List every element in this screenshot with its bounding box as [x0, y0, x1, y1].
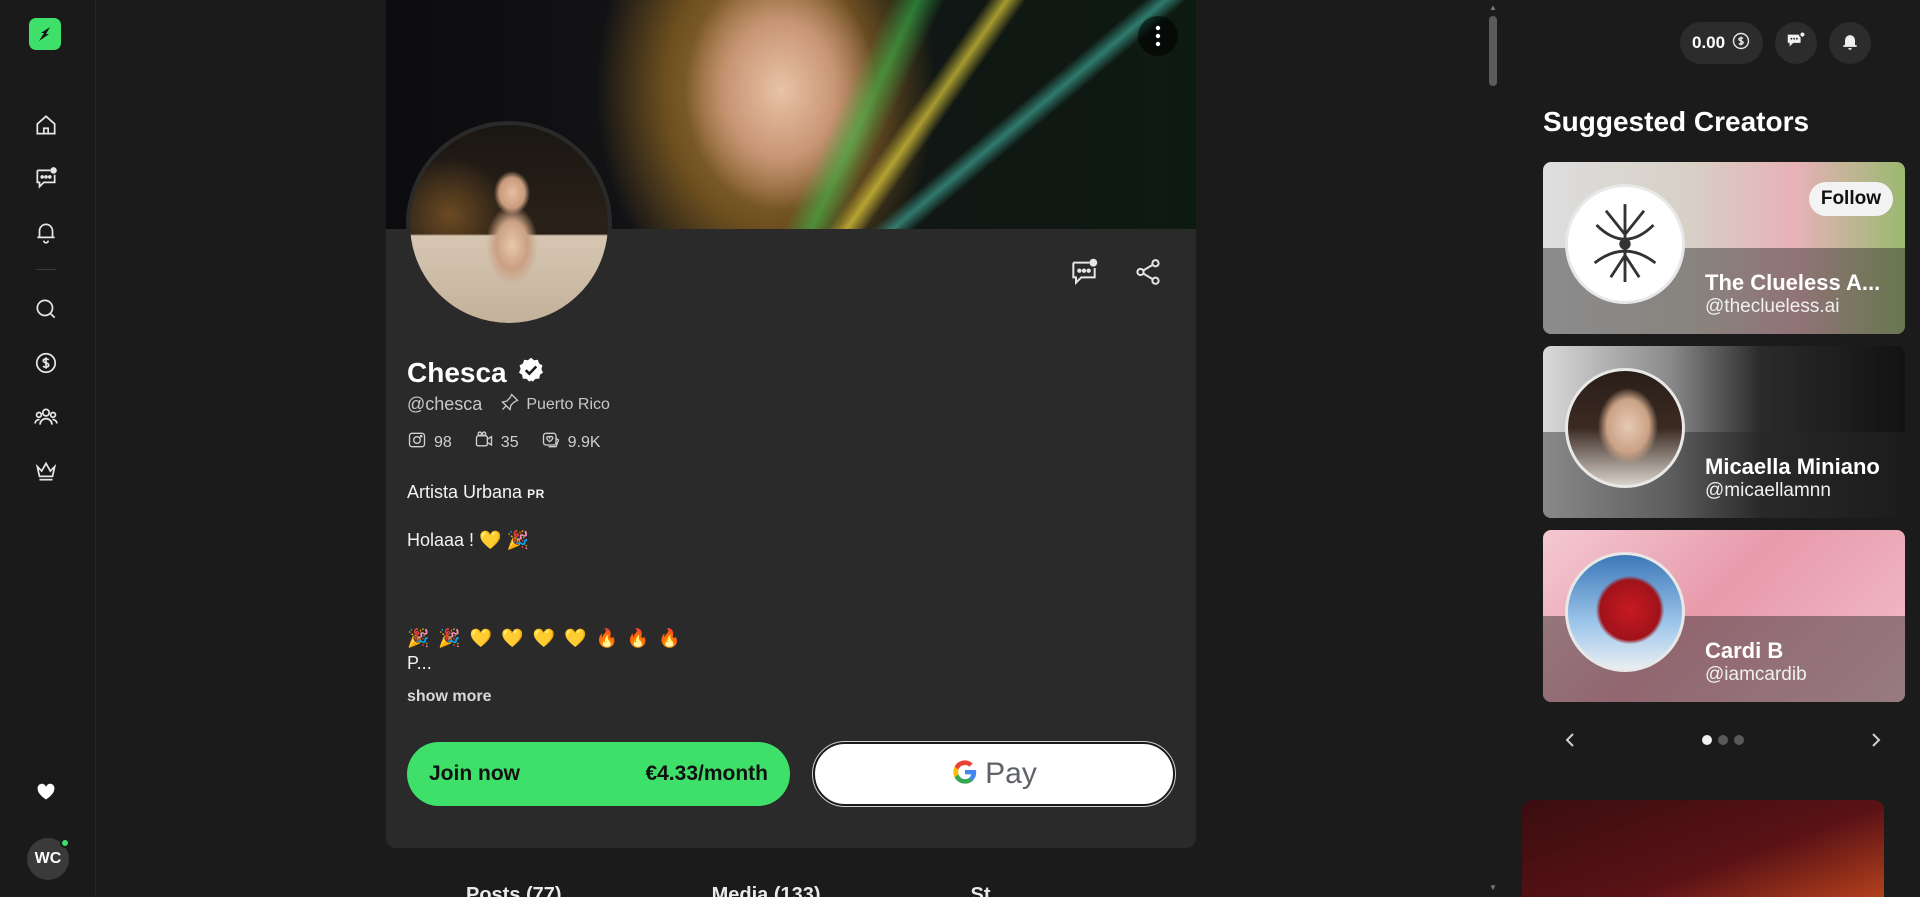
scroll-up-arrow-icon[interactable]: ▲	[1489, 4, 1497, 12]
creator-handle: @micaellamnn	[1705, 480, 1831, 501]
profile-card: Chesca @chesca Puerto Rico 98 35 9.9K Ar…	[386, 0, 1196, 848]
verified-badge-icon	[517, 356, 545, 389]
creator-handle: @iamcardib	[1705, 664, 1807, 685]
creator-handle: @theclueless.ai	[1705, 296, 1840, 317]
chat-icon	[1785, 30, 1807, 57]
share-icon[interactable]	[1128, 252, 1168, 292]
carousel-prev-icon[interactable]	[1560, 730, 1580, 750]
messages-icon[interactable]	[28, 160, 64, 196]
creator-avatar[interactable]	[1565, 368, 1685, 488]
creator-handle: @chesca	[407, 394, 483, 414]
coin-dollar-icon	[1731, 31, 1751, 56]
notifications-bell-icon[interactable]	[28, 214, 64, 250]
app-logo-icon[interactable]	[29, 18, 61, 50]
follow-button[interactable]: Follow	[1808, 182, 1893, 216]
bio-tag: PR	[527, 487, 545, 501]
handle-row: @chesca Puerto Rico	[407, 392, 610, 417]
notifications-button[interactable]	[1829, 22, 1872, 64]
profile-stats: 98 35 9.9K	[407, 430, 601, 455]
carousel-dot[interactable]	[1718, 735, 1728, 745]
user-initials: WC	[34, 850, 62, 867]
photos-count: 98	[434, 433, 452, 451]
creator-name: Chesca	[407, 356, 507, 388]
gpay-label: Pay	[985, 757, 1037, 790]
profile-actions	[1064, 252, 1168, 292]
carousel-dot[interactable]	[1702, 735, 1712, 745]
creator-card[interactable]: Follow The Clueless A... @theclueless.ai	[1543, 162, 1905, 334]
promo-banner[interactable]	[1522, 800, 1884, 897]
creator-name: Micaella Miniano	[1705, 454, 1880, 479]
wallet-balance-button[interactable]: 0.00	[1680, 22, 1764, 64]
bio-truncated: P...	[407, 653, 432, 673]
scroll-down-arrow-icon[interactable]: ▼	[1489, 884, 1497, 892]
page-scrollbar[interactable]: ▲ ▼	[1486, 0, 1500, 897]
left-nav-rail: WC	[0, 0, 96, 897]
video-camera-icon	[474, 430, 494, 455]
creator-name: The Clueless A...	[1705, 270, 1881, 295]
join-price: €4.33/month	[645, 762, 768, 785]
tab-streams[interactable]: St...	[971, 884, 1008, 897]
likes-count: 9.9K	[567, 433, 601, 451]
camera-icon	[407, 430, 427, 455]
bio: Artista Urbana PR Holaaa ! 💛 🎉 🎉 🎉 💛 💛 💛…	[407, 482, 1107, 673]
tab-media[interactable]: Media (133)	[712, 884, 821, 897]
photos-stat: 98	[407, 430, 452, 455]
bio-emoji-line: 🎉 🎉 💛 💛 💛 💛 🔥 🔥 🔥	[407, 628, 683, 648]
search-icon[interactable]	[28, 291, 64, 327]
google-g-icon	[951, 758, 979, 791]
nav-divider	[36, 269, 56, 270]
likes-stat: 9.9K	[541, 430, 601, 455]
creator-card[interactable]: Micaella Miniano @micaellamnn	[1543, 346, 1905, 518]
content-tabs: Posts (77) Media (133) St...	[466, 884, 1007, 897]
bio-line-2: Holaaa ! 💛 🎉	[407, 529, 529, 550]
name-row: Chesca	[407, 356, 545, 389]
premium-crown-icon[interactable]	[28, 453, 64, 489]
wallet-balance: 0.00	[1692, 33, 1726, 52]
messages-button[interactable]	[1775, 22, 1818, 64]
carousel-next-icon[interactable]	[1866, 730, 1886, 750]
likes-icon	[541, 430, 561, 455]
bio-title: Artista Urbana	[407, 482, 523, 502]
more-options-icon[interactable]	[1138, 16, 1178, 56]
wallet-dollar-icon[interactable]	[28, 345, 64, 381]
profile-avatar[interactable]	[406, 121, 612, 327]
top-bar: 0.00	[1680, 22, 1872, 64]
pin-icon	[500, 392, 520, 417]
location-text: Puerto Rico	[526, 395, 610, 413]
online-status-dot	[60, 838, 70, 848]
creator-avatar[interactable]	[1565, 552, 1685, 672]
creator-name: Cardi B	[1705, 638, 1784, 663]
tab-posts[interactable]: Posts (77)	[466, 884, 562, 897]
creators-group-icon[interactable]	[28, 399, 64, 435]
suggested-creators-title: Suggested Creators	[1543, 106, 1810, 137]
creator-card[interactable]: Cardi B @iamcardib	[1543, 530, 1905, 702]
bell-icon	[1840, 31, 1860, 56]
creator-avatar[interactable]	[1565, 184, 1685, 304]
videos-count: 35	[500, 433, 519, 451]
favorites-heart-icon[interactable]	[28, 774, 64, 810]
carousel-dots	[1702, 735, 1744, 745]
join-label: Join now	[429, 762, 520, 785]
app-root: WC Chesca @chesca Puerto Rico 98 35 9.9K…	[0, 0, 1920, 897]
bio-line-1: Artista Urbana PR	[407, 482, 1107, 504]
home-icon[interactable]	[28, 107, 64, 143]
google-pay-button[interactable]: Pay	[812, 741, 1176, 807]
join-subscription-button[interactable]: Join now €4.33/month	[407, 742, 790, 806]
videos-stat: 35	[474, 430, 519, 455]
carousel-dot[interactable]	[1734, 735, 1744, 745]
location: Puerto Rico	[500, 392, 610, 417]
message-creator-icon[interactable]	[1064, 252, 1104, 292]
scroll-thumb[interactable]	[1489, 16, 1497, 86]
show-more-link[interactable]: show more	[407, 688, 491, 706]
